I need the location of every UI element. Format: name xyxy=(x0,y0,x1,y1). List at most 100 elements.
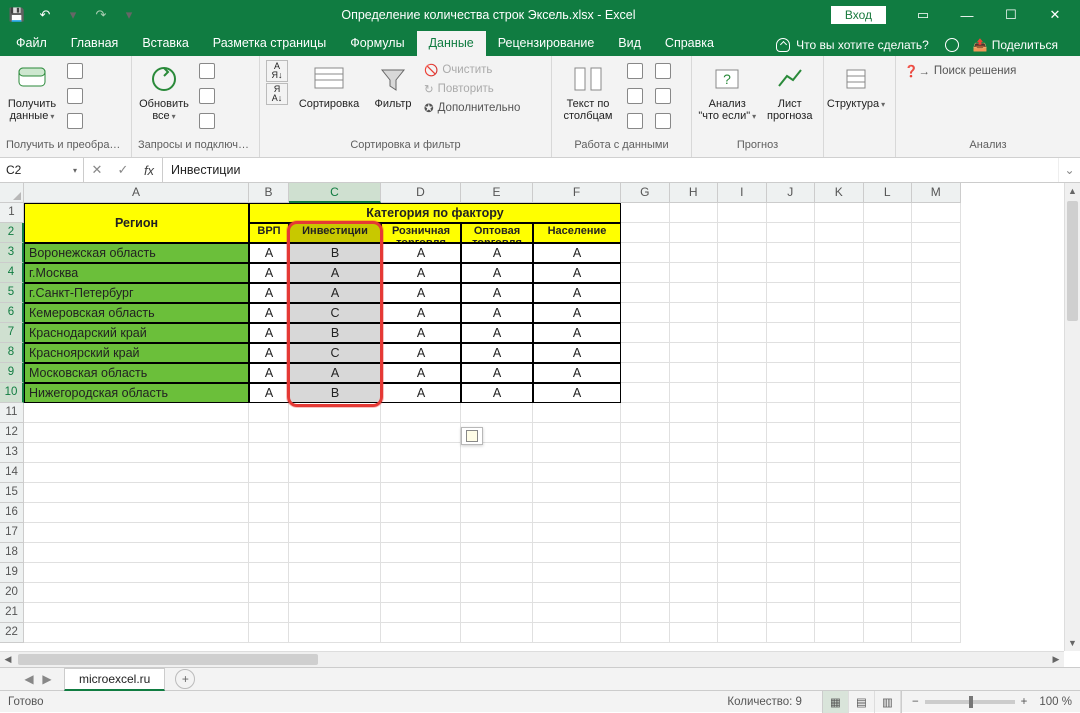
cell-I9[interactable] xyxy=(718,363,767,383)
cell-C4[interactable]: A xyxy=(289,263,381,283)
paste-options-button[interactable] xyxy=(461,427,483,445)
cell-K22[interactable] xyxy=(815,623,864,643)
spreadsheet-grid[interactable]: ABCDEFGHIJKLM1Категория по фактору2Регио… xyxy=(0,183,1080,667)
cell-E8[interactable]: A xyxy=(461,343,533,363)
row-header-16[interactable]: 16 xyxy=(0,503,24,523)
zoom-level[interactable]: 100 % xyxy=(1039,696,1072,708)
cell-M13[interactable] xyxy=(912,443,961,463)
cancel-formula-icon[interactable]: ✕ xyxy=(84,162,110,178)
cell-A12[interactable] xyxy=(24,423,249,443)
cell-I2[interactable] xyxy=(718,223,767,243)
cell-M10[interactable] xyxy=(912,383,961,403)
cell-A8[interactable]: Красноярский край xyxy=(24,343,249,363)
cell-G2[interactable] xyxy=(621,223,670,243)
col-header-H[interactable]: H xyxy=(670,183,719,203)
cell-B6[interactable]: A xyxy=(249,303,289,323)
cell-A9[interactable]: Московская область xyxy=(24,363,249,383)
cell-B4[interactable]: A xyxy=(249,263,289,283)
cell-J16[interactable] xyxy=(767,503,816,523)
flash-fill-icon[interactable] xyxy=(624,60,646,82)
cell-A21[interactable] xyxy=(24,603,249,623)
cell-H20[interactable] xyxy=(670,583,719,603)
cell-K8[interactable] xyxy=(815,343,864,363)
cell-H8[interactable] xyxy=(670,343,719,363)
cell-K13[interactable] xyxy=(815,443,864,463)
cell-F20[interactable] xyxy=(533,583,621,603)
cell-L21[interactable] xyxy=(864,603,913,623)
cell-M12[interactable] xyxy=(912,423,961,443)
remove-dup-icon[interactable] xyxy=(624,85,646,107)
cell-L8[interactable] xyxy=(864,343,913,363)
cell-B17[interactable] xyxy=(249,523,289,543)
cell-L15[interactable] xyxy=(864,483,913,503)
cell-H13[interactable] xyxy=(670,443,719,463)
cell-G21[interactable] xyxy=(621,603,670,623)
cell-G8[interactable] xyxy=(621,343,670,363)
cell-K11[interactable] xyxy=(815,403,864,423)
expand-formula-icon[interactable]: ⌄ xyxy=(1058,158,1080,182)
cell-D3[interactable]: A xyxy=(381,243,461,263)
fx-icon[interactable]: fx xyxy=(136,163,162,178)
name-box[interactable]: C2▾ xyxy=(0,158,84,182)
cell-L4[interactable] xyxy=(864,263,913,283)
cell-H10[interactable] xyxy=(670,383,719,403)
cell-H12[interactable] xyxy=(670,423,719,443)
data-model-icon[interactable] xyxy=(652,110,674,132)
cell-M8[interactable] xyxy=(912,343,961,363)
col-header-A[interactable]: A xyxy=(24,183,249,203)
minimize-icon[interactable]: — xyxy=(946,0,988,30)
cell-I18[interactable] xyxy=(718,543,767,563)
col-header-E[interactable]: E xyxy=(461,183,533,203)
tab-formulas[interactable]: Формулы xyxy=(338,31,416,56)
cell-F7[interactable]: A xyxy=(533,323,621,343)
cell-M20[interactable] xyxy=(912,583,961,603)
cell-G9[interactable] xyxy=(621,363,670,383)
cell-M22[interactable] xyxy=(912,623,961,643)
cell-M15[interactable] xyxy=(912,483,961,503)
cell-B11[interactable] xyxy=(249,403,289,423)
cell-K18[interactable] xyxy=(815,543,864,563)
clear-filter-button[interactable]: 🚫 Очистить xyxy=(422,62,522,78)
cell-E10[interactable]: A xyxy=(461,383,533,403)
row-header-10[interactable]: 10 xyxy=(0,383,24,403)
advanced-filter-button[interactable]: ✪ Дополнительно xyxy=(422,100,522,116)
cell-I10[interactable] xyxy=(718,383,767,403)
cell-K19[interactable] xyxy=(815,563,864,583)
cell-F10[interactable]: A xyxy=(533,383,621,403)
cell-K21[interactable] xyxy=(815,603,864,623)
tab-view[interactable]: Вид xyxy=(606,31,653,56)
cell-F11[interactable] xyxy=(533,403,621,423)
cell-C16[interactable] xyxy=(289,503,381,523)
cell-D5[interactable]: A xyxy=(381,283,461,303)
consolidate-icon[interactable] xyxy=(652,60,674,82)
cell-J5[interactable] xyxy=(767,283,816,303)
cell-K10[interactable] xyxy=(815,383,864,403)
row-header-1[interactable]: 1 xyxy=(0,203,24,223)
save-icon[interactable]: 💾 xyxy=(6,4,28,26)
relationships-icon[interactable] xyxy=(652,85,674,107)
cell-L22[interactable] xyxy=(864,623,913,643)
cell-K6[interactable] xyxy=(815,303,864,323)
cell-F12[interactable] xyxy=(533,423,621,443)
row-header-11[interactable]: 11 xyxy=(0,403,24,423)
cell-C13[interactable] xyxy=(289,443,381,463)
cell-E20[interactable] xyxy=(461,583,533,603)
cell-L1[interactable] xyxy=(864,203,913,223)
cell-B12[interactable] xyxy=(249,423,289,443)
cell-F21[interactable] xyxy=(533,603,621,623)
cell-A6[interactable]: Кемеровская область xyxy=(24,303,249,323)
cell-K15[interactable] xyxy=(815,483,864,503)
zoom-in-button[interactable]: + xyxy=(1021,696,1028,708)
cell-G14[interactable] xyxy=(621,463,670,483)
cell-G7[interactable] xyxy=(621,323,670,343)
cell-E15[interactable] xyxy=(461,483,533,503)
cell-H2[interactable] xyxy=(670,223,719,243)
cell-J22[interactable] xyxy=(767,623,816,643)
cell-E6[interactable]: A xyxy=(461,303,533,323)
cell-E22[interactable] xyxy=(461,623,533,643)
cell-F13[interactable] xyxy=(533,443,621,463)
solver-button[interactable]: ❓→ Поиск решения xyxy=(902,60,1018,79)
cell-H14[interactable] xyxy=(670,463,719,483)
cell-J9[interactable] xyxy=(767,363,816,383)
cell-G12[interactable] xyxy=(621,423,670,443)
